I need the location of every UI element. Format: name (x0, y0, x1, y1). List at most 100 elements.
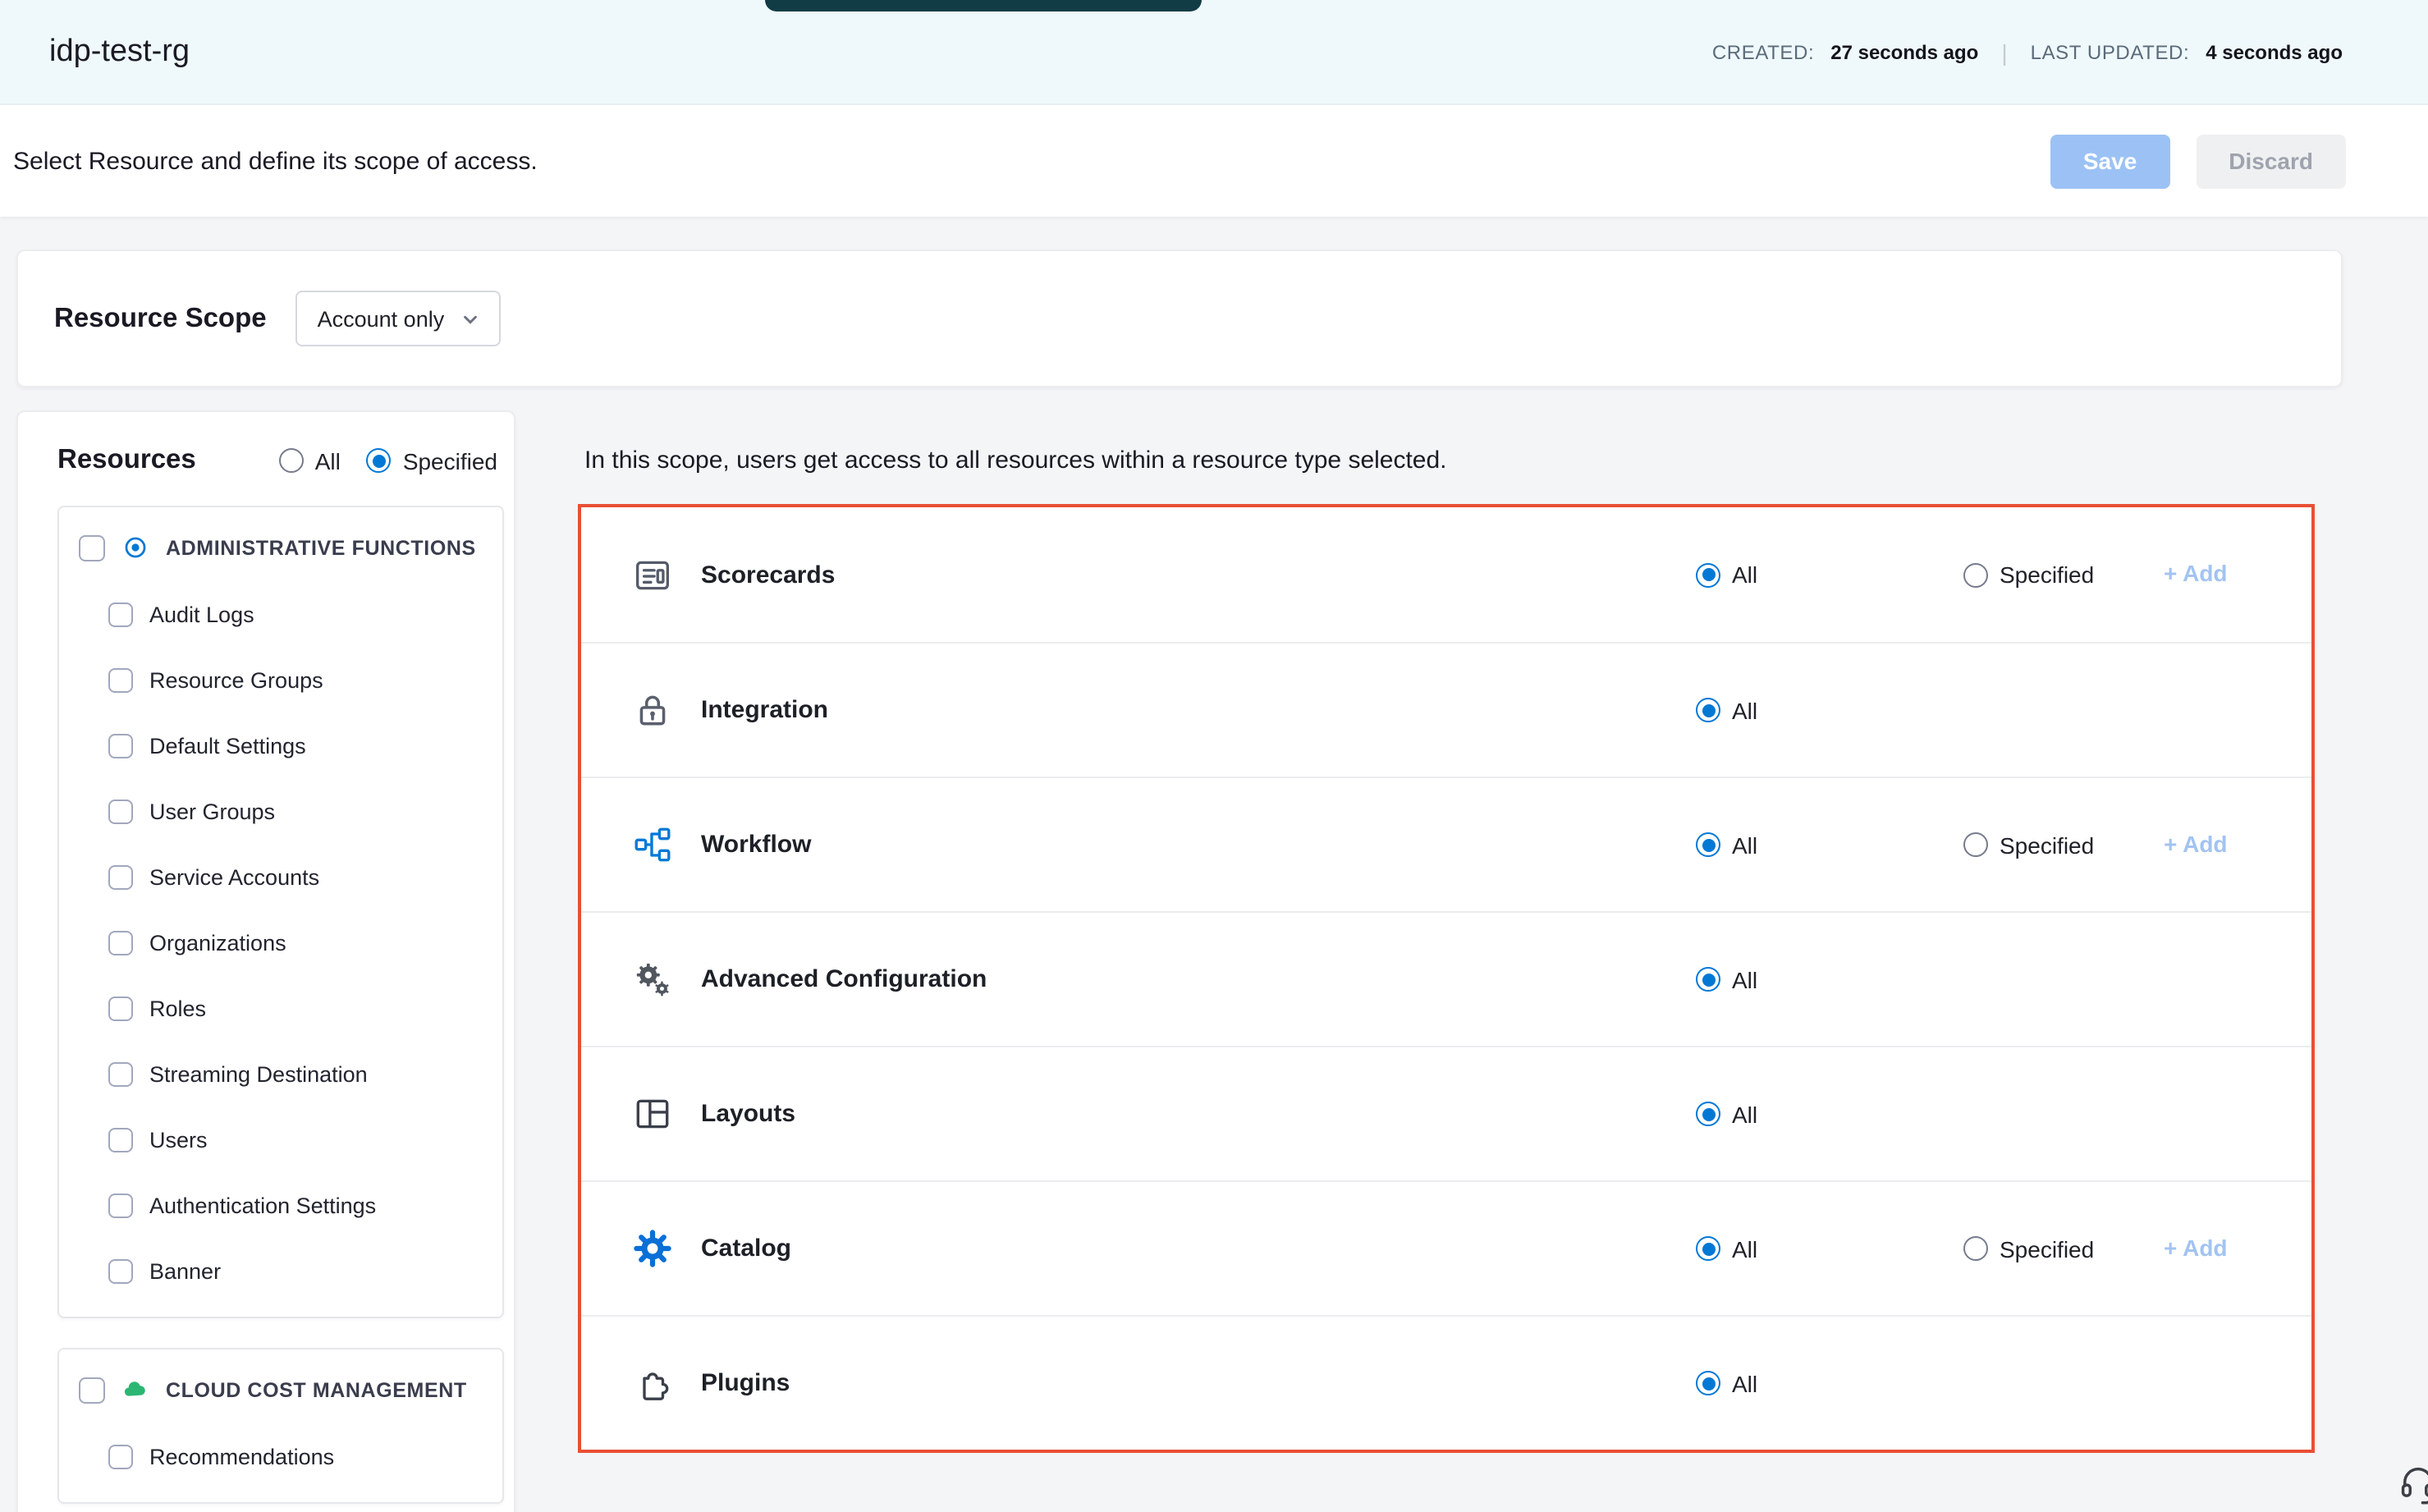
item-checkbox[interactable] (108, 667, 133, 692)
resource-item[interactable]: Roles (59, 975, 502, 1041)
resource-type-name: Workflow (701, 831, 811, 859)
resource-group: CLOUD COST MANAGEMENT Recommendations (57, 1348, 504, 1504)
toolbar: Select Resource and define its scope of … (0, 105, 2428, 217)
row-all-radio[interactable] (1696, 1371, 1720, 1395)
layouts-icon (627, 1089, 676, 1139)
item-label: Service Accounts (149, 864, 319, 889)
help-icon[interactable] (2397, 1463, 2428, 1505)
group-checkbox[interactable] (79, 1377, 105, 1403)
row-specified-radio[interactable] (1963, 832, 1988, 857)
row-specified-option[interactable]: Specified (1963, 832, 2164, 858)
item-label: Banner (149, 1258, 221, 1283)
item-label: Audit Logs (149, 602, 254, 626)
row-specified-option[interactable]: Specified (1963, 561, 2164, 588)
resource-item[interactable]: Audit Logs (59, 581, 502, 647)
resources-panel: Resources All Specified ADMINISTRATIVE F… (16, 410, 515, 1512)
row-all-radio[interactable] (1696, 562, 1720, 587)
row-specified-label: Specified (2000, 832, 2094, 858)
resources-header: Resources All Specified (18, 412, 514, 499)
resource-item[interactable]: Streaming Destination (59, 1041, 502, 1107)
resource-type-row: Plugins All (581, 1315, 2311, 1450)
resource-item[interactable]: Authentication Settings (59, 1172, 502, 1238)
row-all-radio[interactable] (1696, 698, 1720, 722)
updated-value: 4 seconds ago (2206, 40, 2343, 63)
resource-item[interactable]: Organizations (59, 909, 502, 975)
row-all-option[interactable]: All (1696, 697, 1963, 723)
resource-item[interactable]: User Groups (59, 778, 502, 844)
item-label: Recommendations (149, 1444, 334, 1468)
cloud-cost-icon (121, 1376, 149, 1404)
resource-item[interactable]: Resource Groups (59, 647, 502, 712)
row-all-label: All (1732, 966, 1757, 992)
row-specified-label: Specified (2000, 561, 2094, 588)
row-add-link[interactable]: + Add (2164, 1234, 2228, 1260)
created-label: CREATED: (1712, 40, 1814, 63)
item-label: Users (149, 1127, 208, 1152)
resources-all-radio[interactable] (279, 448, 304, 473)
resource-group: ADMINISTRATIVE FUNCTIONS Audit Logs Reso… (57, 506, 504, 1318)
group-label: CLOUD COST MANAGEMENT (166, 1378, 467, 1401)
resource-type-row: Catalog All Specified + Add (581, 1180, 2311, 1315)
resource-item[interactable]: Users (59, 1107, 502, 1172)
item-checkbox[interactable] (108, 864, 133, 889)
row-all-option[interactable]: All (1696, 966, 1963, 992)
resources-title: Resources (57, 445, 196, 476)
resource-scope-dropdown[interactable]: Account only (296, 291, 501, 346)
item-checkbox[interactable] (108, 996, 133, 1020)
save-button[interactable]: Save (2050, 134, 2169, 188)
scope-panel: In this scope, users get access to all r… (578, 410, 2315, 1453)
item-label: User Groups (149, 799, 275, 823)
advanced-configuration-icon (627, 955, 676, 1004)
row-specified-radio[interactable] (1963, 562, 1988, 587)
row-all-label: All (1732, 1235, 1757, 1262)
item-label: Default Settings (149, 733, 306, 758)
page-title: idp-test-rg (49, 34, 190, 70)
row-all-option[interactable]: All (1696, 1235, 1963, 1262)
chevron-down-icon (460, 309, 479, 328)
integration-icon (627, 685, 676, 735)
resource-item[interactable]: Service Accounts (59, 844, 502, 909)
group-checkbox[interactable] (79, 534, 105, 561)
row-all-option[interactable]: All (1696, 561, 1963, 588)
item-checkbox[interactable] (108, 602, 133, 626)
row-all-radio[interactable] (1696, 1236, 1720, 1261)
row-specified-label: Specified (2000, 1235, 2094, 1262)
resource-item[interactable]: Default Settings (59, 712, 502, 778)
workflow-icon (627, 820, 676, 869)
resource-type-name: Plugins (701, 1369, 790, 1397)
item-checkbox[interactable] (108, 733, 133, 758)
resource-type-name: Catalog (701, 1235, 791, 1262)
item-checkbox[interactable] (108, 1061, 133, 1086)
discard-button[interactable]: Discard (2196, 134, 2346, 188)
row-specified-option[interactable]: Specified (1963, 1235, 2164, 1262)
item-checkbox[interactable] (108, 930, 133, 955)
row-all-option[interactable]: All (1696, 832, 1963, 858)
item-checkbox[interactable] (108, 1127, 133, 1152)
resources-specified-label: Specified (403, 447, 497, 474)
row-all-radio[interactable] (1696, 967, 1720, 992)
item-checkbox[interactable] (108, 1193, 133, 1217)
row-all-label: All (1732, 1101, 1757, 1127)
resource-item[interactable]: Banner (59, 1238, 502, 1304)
resources-all-option[interactable]: All (279, 447, 341, 474)
resources-specified-radio[interactable] (367, 448, 392, 473)
row-all-label: All (1732, 697, 1757, 723)
row-all-option[interactable]: All (1696, 1370, 1963, 1396)
item-checkbox[interactable] (108, 799, 133, 823)
resources-specified-option[interactable]: Specified (367, 447, 497, 474)
row-all-radio[interactable] (1696, 1102, 1720, 1126)
row-add-link[interactable]: + Add (2164, 560, 2228, 586)
resource-type-row: Advanced Configuration All (581, 911, 2311, 1046)
row-all-label: All (1732, 1370, 1757, 1396)
top-notch (765, 0, 1202, 11)
resource-item[interactable]: Recommendations (59, 1423, 502, 1489)
toolbar-actions: Save Discard (2050, 134, 2346, 188)
resource-type-row: Scorecards All Specified + Add (581, 507, 2311, 642)
item-checkbox[interactable] (108, 1258, 133, 1283)
row-all-radio[interactable] (1696, 832, 1720, 857)
row-all-option[interactable]: All (1696, 1101, 1963, 1127)
row-specified-radio[interactable] (1963, 1236, 1988, 1261)
resource-type-name: Layouts (701, 1100, 795, 1128)
item-checkbox[interactable] (108, 1444, 133, 1468)
row-add-link[interactable]: + Add (2164, 830, 2228, 856)
